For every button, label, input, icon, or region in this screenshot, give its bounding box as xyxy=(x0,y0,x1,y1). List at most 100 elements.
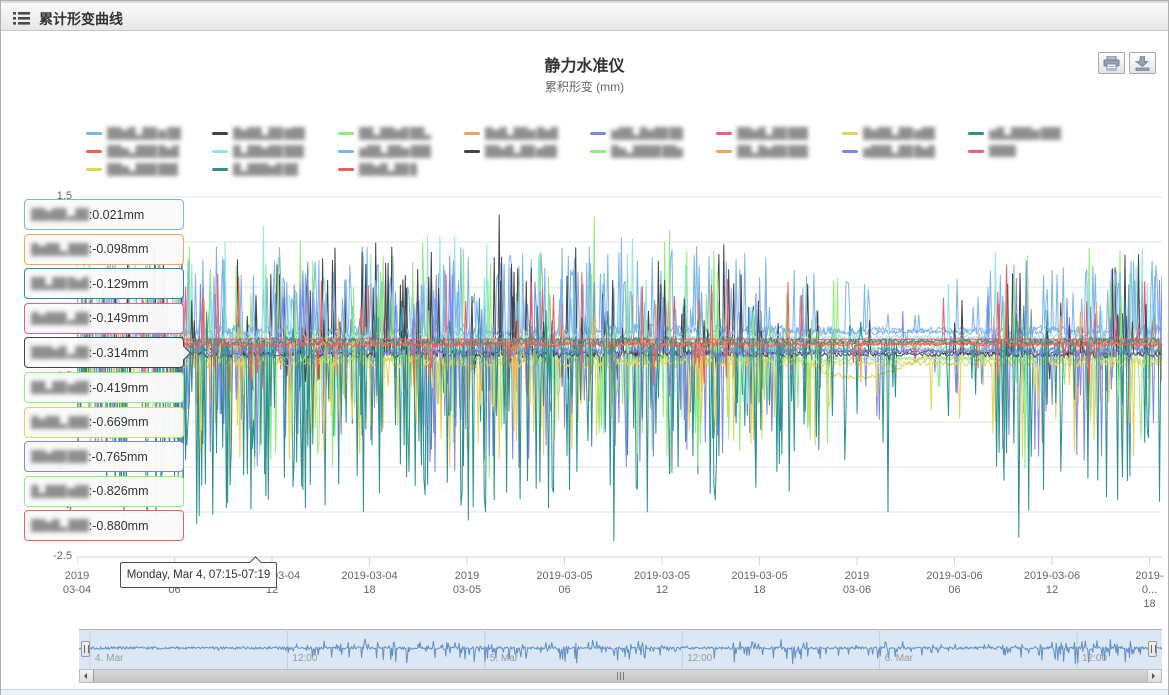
legend-label-masked: ▆█▃███▆ ███ xyxy=(989,127,1061,140)
navigator-label: 5. Mar xyxy=(490,653,518,664)
x-axis-label: 2019-03-0606 xyxy=(926,569,982,597)
legend-label-masked: ██▆█▃██ ▆ ██ xyxy=(107,127,181,140)
legend-swatch-icon xyxy=(212,150,228,153)
tooltip-label-masked: █▆██▃ ███ xyxy=(31,243,89,256)
legend-item-7[interactable]: █▆██▃██ ▆██ xyxy=(842,124,968,142)
legend-item-18[interactable]: █▃███▆█ ██ xyxy=(212,160,338,178)
arrow-right-icon xyxy=(1152,673,1155,679)
legend-item-12[interactable]: ██▆█▃██ ▆██ xyxy=(464,142,590,160)
legend-label-masked: █▆██▃██ ▇██ xyxy=(233,127,305,140)
scrollbar-thumb[interactable] xyxy=(93,670,1148,682)
footer-divider xyxy=(1,689,1168,695)
tooltip-box-6: ██▃██ ▆██:-0.419mm xyxy=(24,372,184,403)
legend-item-3[interactable]: ██▃██▆█ ██▃ xyxy=(338,124,464,142)
legend-item-5[interactable]: ▆██▃█▆██ ██ xyxy=(590,124,716,142)
legend-item-17[interactable]: ██▆▃███ ███ xyxy=(86,160,212,178)
x-axis-label: 2019-03-0612 xyxy=(1024,569,1080,597)
plot-area[interactable] xyxy=(77,191,1162,573)
chart-legend: ██▆█▃██ ▆ ██ █▆██▃██ ▇██ ██▃██▆█ ██▃ █▆█▃██… xyxy=(86,124,1111,178)
legend-item-6[interactable]: ██▆█▃██ ███ xyxy=(716,124,842,142)
navigator-label: 12:00 xyxy=(1082,653,1107,664)
chart-subtitle: 累积形变 (mm) xyxy=(2,78,1167,95)
tooltip-label-masked: ██▆██ ▃██ xyxy=(31,208,89,221)
list-icon xyxy=(13,12,30,25)
legend-item-8[interactable]: ▆█▃███▆ ███ xyxy=(968,124,1094,142)
download-chart-button[interactable] xyxy=(1129,52,1156,74)
navigator-left-handle[interactable] xyxy=(81,641,90,657)
legend-item-9[interactable]: ██▆▃███ █▆█ xyxy=(86,142,212,160)
scrollbar-left-button[interactable] xyxy=(80,670,94,682)
download-icon xyxy=(1135,56,1150,71)
legend-label-masked: ██▆█▃██ ███ xyxy=(737,127,808,140)
legend-label-masked: █▆█▃██▆ █▆█ xyxy=(485,127,558,140)
tooltip-label-masked: █▃███ ▆██ xyxy=(31,485,89,498)
x-axis-label: 201903-06 xyxy=(843,569,871,597)
page-title: 累计形变曲线 xyxy=(39,9,123,29)
navigator-label: 6. Mar xyxy=(885,653,913,664)
page-header: 累计形变曲线 xyxy=(1,1,1168,31)
tooltip-value: :-0.669mm xyxy=(89,415,149,429)
navigator-right-handle[interactable] xyxy=(1148,641,1157,657)
legend-swatch-icon xyxy=(86,168,102,171)
tooltip-value: :-0.129mm xyxy=(89,277,149,291)
legend-item-13[interactable]: █▆▃████ ██▆ xyxy=(590,142,716,160)
legend-swatch-icon xyxy=(968,132,984,135)
legend-item-16[interactable]: ████ xyxy=(968,142,1094,160)
legend-swatch-icon xyxy=(464,132,480,135)
scrollbar-right-button[interactable] xyxy=(1147,670,1161,682)
legend-item-1[interactable]: ██▆█▃██ ▆ ██ xyxy=(86,124,212,142)
printer-icon xyxy=(1103,56,1120,71)
x-axis-label: 2019-03-0418 xyxy=(341,569,397,597)
print-chart-button[interactable] xyxy=(1098,52,1125,74)
legend-item-14[interactable]: ██▃█▆██ ███ xyxy=(716,142,842,160)
legend-label-masked: ██▆█▃██ ▆██ xyxy=(485,145,557,158)
tooltip-value: :0.021mm xyxy=(89,208,145,222)
tooltip-value: :-0.880mm xyxy=(89,519,149,533)
tooltip-box-4: █▆███ ▃██:-0.149mm xyxy=(24,303,184,334)
navigator-label: 12:00 xyxy=(292,653,317,664)
legend-label-masked: ▆███▃██ █▆█ xyxy=(863,145,935,158)
legend-item-10[interactable]: █▃██▆██ ███ xyxy=(212,142,338,160)
legend-swatch-icon xyxy=(464,150,480,153)
tooltip-box-8: ██▆██ ███:-0.765mm xyxy=(24,441,184,472)
legend-swatch-icon xyxy=(86,150,102,153)
list-menu-icon[interactable] xyxy=(13,12,30,25)
legend-label-masked: █▆▃████ ██▆ xyxy=(611,145,683,158)
tooltip-label-masked: ██▃██ █▆█ xyxy=(31,277,89,290)
legend-swatch-icon xyxy=(968,150,984,153)
tooltip-label-masked: █▆██▃ ███ xyxy=(31,416,89,429)
legend-item-4[interactable]: █▆█▃██▆ █▆█ xyxy=(464,124,590,142)
legend-swatch-icon xyxy=(338,168,354,171)
scrollbar-grip-icon xyxy=(617,672,624,680)
tooltip-box-5: ███▆█ ▃██:-0.314mm xyxy=(24,337,184,368)
arrow-left-icon xyxy=(84,673,87,679)
tooltip-box-1: ██▆██ ▃██:0.021mm xyxy=(24,199,184,230)
crosshair-date-label: Monday, Mar 4, 07:15-07:19 xyxy=(120,562,277,588)
chart-panel: 静力水准仪 累积形变 (mm) ██▆█▃██ ▆ ██ █▆██▃██ ▇██ xyxy=(2,32,1167,686)
legend-swatch-icon xyxy=(716,132,732,135)
legend-swatch-icon xyxy=(212,132,228,135)
chart-title: 静力水准仪 xyxy=(2,52,1167,76)
legend-item-19[interactable]: ██▆█▃██ █ xyxy=(338,160,464,178)
crosshair-date-text: Monday, Mar 4, 07:15-07:19 xyxy=(127,569,271,581)
tooltip-value: :-0.314mm xyxy=(89,346,149,360)
app-window: 累计形变曲线 静力水准仪 累积形变 (mm) █ xyxy=(0,0,1169,695)
legend-swatch-icon xyxy=(338,132,354,135)
h-scrollbar[interactable] xyxy=(79,669,1162,683)
x-axis-label: 2019-03-0506 xyxy=(536,569,592,597)
tooltip-value: :-0.419mm xyxy=(89,381,149,395)
navigator-label: 12:00 xyxy=(687,653,712,664)
legend-label-masked: ██▃█▆██ ███ xyxy=(737,145,808,158)
tooltip-label-masked: ███▆█ ▃██ xyxy=(31,346,89,359)
legend-swatch-icon xyxy=(842,150,858,153)
legend-swatch-icon xyxy=(842,132,858,135)
legend-label-masked: ██▆█▃██ █ xyxy=(359,163,417,176)
legend-label-masked: ▆██▃█▆██ ██ xyxy=(611,127,683,140)
legend-item-11[interactable]: ▆██▃██▆ ███ xyxy=(338,142,464,160)
legend-item-2[interactable]: █▆██▃██ ▇██ xyxy=(212,124,338,142)
legend-item-15[interactable]: ▆███▃██ █▆█ xyxy=(842,142,968,160)
tooltip-box-7: █▆██▃ ███:-0.669mm xyxy=(24,407,184,438)
x-axis-label: 2019-03-0512 xyxy=(634,569,690,597)
legend-swatch-icon xyxy=(590,150,606,153)
navigator[interactable] xyxy=(79,629,1162,669)
